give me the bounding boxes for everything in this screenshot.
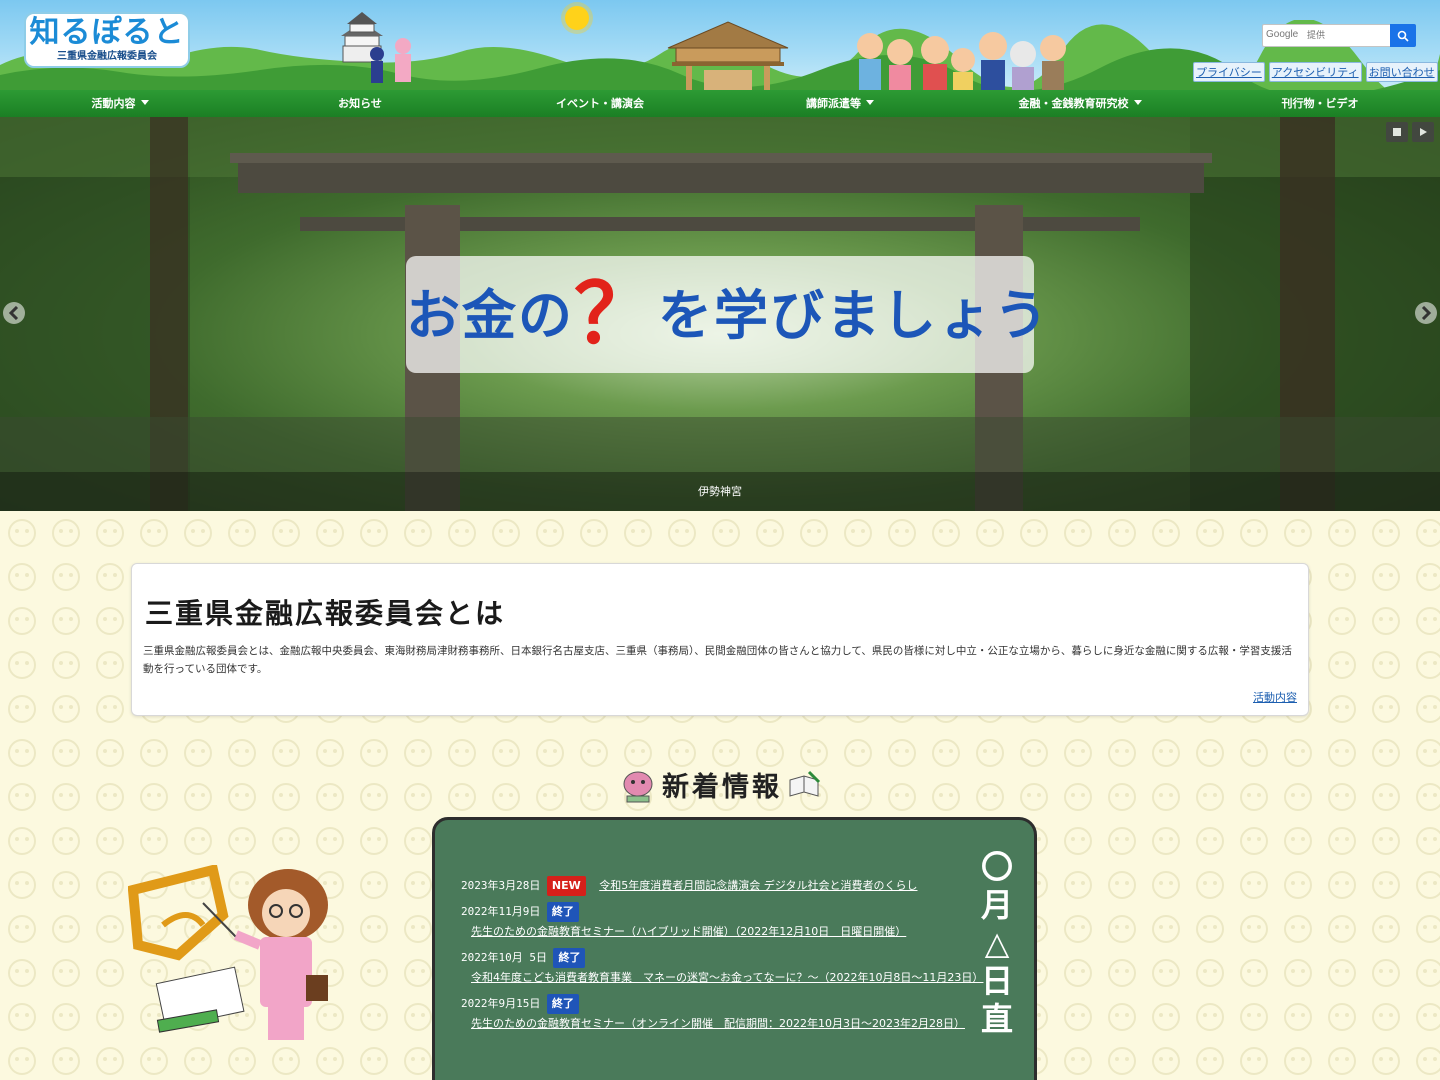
nav-label: お知らせ	[338, 97, 382, 110]
chevron-down-icon	[1133, 100, 1142, 105]
next-slide-button[interactable]	[1415, 302, 1437, 324]
hero-headline: お金の？を学びましょう	[406, 256, 1048, 374]
news-item: 2022年11月9日 終了 先生のための金融教育セミナー（ハイブリッド開催）（2…	[461, 902, 991, 942]
hero-slideshow: お金の？を学びましょう 伊勢神宮	[0, 117, 1440, 511]
characters-illustration	[857, 32, 1066, 90]
about-body: 三重県金融広報委員会とは、金融広報中央委員会、東海財務局津財務事務所、日本銀行名…	[143, 645, 1292, 675]
sun-icon	[565, 6, 589, 30]
play-button[interactable]	[1412, 122, 1434, 142]
chevron-down-icon	[140, 100, 149, 105]
nav-item-research-schools[interactable]: 金融・金銭教育研究校	[960, 90, 1200, 117]
news-item: 2022年10月 5日 終了 令和4年度こども消費者教育事業 マネーの迷宮～お金…	[461, 948, 991, 988]
hero-text-post: を学びましょう	[658, 284, 1051, 347]
ended-badge: 終了	[553, 948, 586, 968]
notebook-icon	[789, 770, 821, 797]
new-badge: NEW	[546, 876, 586, 896]
news-date: 2023年3月28日	[461, 879, 541, 892]
chevron-down-icon	[866, 100, 874, 105]
nav-label: 刊行物・ビデオ	[1281, 97, 1359, 110]
nav-label: 金融・金銭教育研究校	[1018, 97, 1129, 110]
play-icon	[1420, 128, 1427, 136]
about-activities-link[interactable]: 活動内容	[1253, 689, 1297, 705]
teacher-illustration	[128, 865, 328, 1040]
utility-links: プライバシー アクセシビリティ お問い合わせ	[1193, 62, 1438, 82]
hero-banner: お金の？を学びましょう	[406, 256, 1048, 374]
about-title: 三重県金融広報委員会とは	[145, 597, 506, 630]
nav-item-events[interactable]: イベント・講演会	[480, 90, 720, 117]
nav-label: イベント・講演会	[556, 97, 644, 110]
site-search: Google	[1262, 24, 1416, 47]
news-heading: 新着情報	[0, 765, 1440, 804]
logo-title: 知るぽると	[29, 15, 185, 50]
news-link[interactable]: 先生のための金融教育セミナー（ハイブリッド開催）（2022年12月10日 日曜日…	[471, 922, 991, 942]
nav-label: 活動内容	[91, 97, 136, 110]
site-header: 知るぽると 三重県金融広報委員会 Google 提供 プライバシー アクセシビリ…	[0, 0, 1440, 90]
nav-item-lecturers[interactable]: 講師派遣等	[720, 90, 960, 117]
news-link[interactable]: 令和5年度消費者月間記念講演会 デジタル社会と消費者のくらし	[599, 879, 917, 892]
nav-item-publications[interactable]: 刊行物・ビデオ	[1200, 90, 1440, 117]
news-list: 2023年3月28日 NEW 令和5年度消費者月間記念講演会 デジタル社会と消費…	[461, 876, 991, 1040]
accessibility-link[interactable]: アクセシビリティ	[1268, 62, 1362, 82]
search-input[interactable]	[1263, 25, 1391, 46]
contact-link[interactable]: お問い合わせ	[1365, 62, 1438, 82]
shrine-illustration	[667, 21, 789, 90]
news-date: 2022年10月 5日	[461, 951, 547, 964]
question-mark: ？	[574, 267, 659, 362]
site-logo[interactable]: 知るぽると 三重県金融広報委員会	[24, 12, 190, 68]
hero-caption: 伊勢神宮	[698, 485, 742, 498]
chevron-left-icon	[8, 306, 19, 320]
logo-subtitle: 三重県金融広報委員会	[57, 51, 157, 62]
prev-slide-button[interactable]	[3, 302, 25, 324]
castle-illustration	[341, 12, 411, 83]
privacy-link[interactable]: プライバシー	[1193, 62, 1265, 82]
nav-item-activities[interactable]: 活動内容	[0, 90, 240, 117]
ended-badge: 終了	[546, 902, 579, 922]
chevron-right-icon	[1421, 306, 1432, 320]
news-title: 新着情報	[662, 772, 782, 803]
news-date: 2022年9月15日	[461, 997, 541, 1010]
search-button[interactable]	[1390, 24, 1416, 47]
news-link[interactable]: 先生のための金融教育セミナー（オンライン開催 配信期間：2022年10月3日～2…	[471, 1014, 991, 1034]
main-nav: 活動内容 お知らせ イベント・講演会 講師派遣等 金融・金銭教育研究校 刊行物・…	[0, 90, 1440, 117]
about-card: 三重県金融広報委員会とは 三重県金融広報委員会とは、金融広報中央委員会、東海財務…	[131, 563, 1309, 716]
news-item: 2022年9月15日 終了 先生のための金融教育セミナー（オンライン開催 配信期…	[461, 994, 991, 1034]
news-item: 2023年3月28日 NEW 令和5年度消費者月間記念講演会 デジタル社会と消費…	[461, 876, 991, 896]
news-date: 2022年11月9日	[461, 905, 541, 918]
nav-item-news[interactable]: お知らせ	[240, 90, 480, 117]
ended-badge: 終了	[546, 994, 579, 1014]
stop-icon	[1393, 128, 1401, 136]
search-icon	[1397, 30, 1409, 42]
stop-button[interactable]	[1386, 122, 1408, 142]
news-link[interactable]: 令和4年度こども消費者教育事業 マネーの迷宮～お金ってなーに？～（2022年10…	[471, 968, 991, 988]
hero-text-pre: お金の	[406, 284, 574, 347]
news-board: 〇 月 △ 日 直 2023年3月28日 NEW 令和5年度消費者月間記念講演会…	[432, 817, 1037, 1080]
nav-label: 講師派遣等	[806, 97, 861, 110]
piggy-icon	[623, 771, 653, 802]
